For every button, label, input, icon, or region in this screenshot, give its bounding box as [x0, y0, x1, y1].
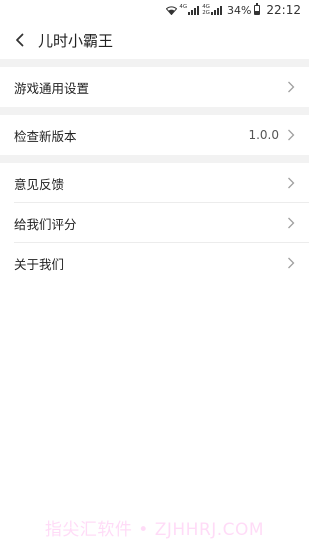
group-separator [0, 107, 309, 115]
network-type-1: 4G [179, 4, 187, 16]
rate-row[interactable]: 给我们评分 [0, 203, 309, 243]
settings-list: 游戏通用设置 检查新版本 1.0.0 意见反馈 给我们评分 关于我们 [0, 59, 309, 283]
chevron-right-icon [287, 177, 295, 189]
game-settings-label: 游戏通用设置 [14, 80, 90, 96]
network-type-label: 2G [202, 10, 210, 16]
chevron-left-icon [16, 33, 24, 47]
wifi-icon [166, 5, 178, 15]
about-row[interactable]: 关于我们 [0, 243, 309, 283]
battery-icon [254, 3, 261, 15]
signal-bars-1-icon [188, 5, 200, 15]
back-button[interactable] [2, 20, 38, 60]
check-version-row[interactable]: 检查新版本 1.0.0 [0, 115, 309, 155]
chevron-right-icon [287, 129, 295, 141]
chevron-right-icon [287, 257, 295, 269]
chevron-right-icon [287, 81, 295, 93]
about-label: 关于我们 [14, 256, 65, 272]
feedback-label: 意见反馈 [14, 176, 65, 192]
clock: 22:12 [266, 3, 301, 17]
group-separator [0, 59, 309, 67]
network-type-2: 4G 2G [202, 4, 210, 16]
check-version-label: 检查新版本 [14, 128, 77, 144]
chevron-right-icon [287, 217, 295, 229]
group-separator [0, 155, 309, 163]
rate-label: 给我们评分 [14, 216, 77, 232]
version-value: 1.0.0 [248, 128, 279, 142]
page-title: 儿时小霸王 [38, 31, 114, 50]
signal-bars-2-icon [210, 5, 223, 15]
game-settings-row[interactable]: 游戏通用设置 [0, 67, 309, 107]
app-header: 儿时小霸王 [0, 20, 309, 60]
watermark: 指尖汇软件 • ZJHHRJ.COM [44, 520, 265, 540]
status-bar: 4G 4G 2G 34% 22:12 [0, 0, 309, 20]
battery-percent: 34% [226, 3, 252, 17]
feedback-row[interactable]: 意见反馈 [0, 163, 309, 203]
